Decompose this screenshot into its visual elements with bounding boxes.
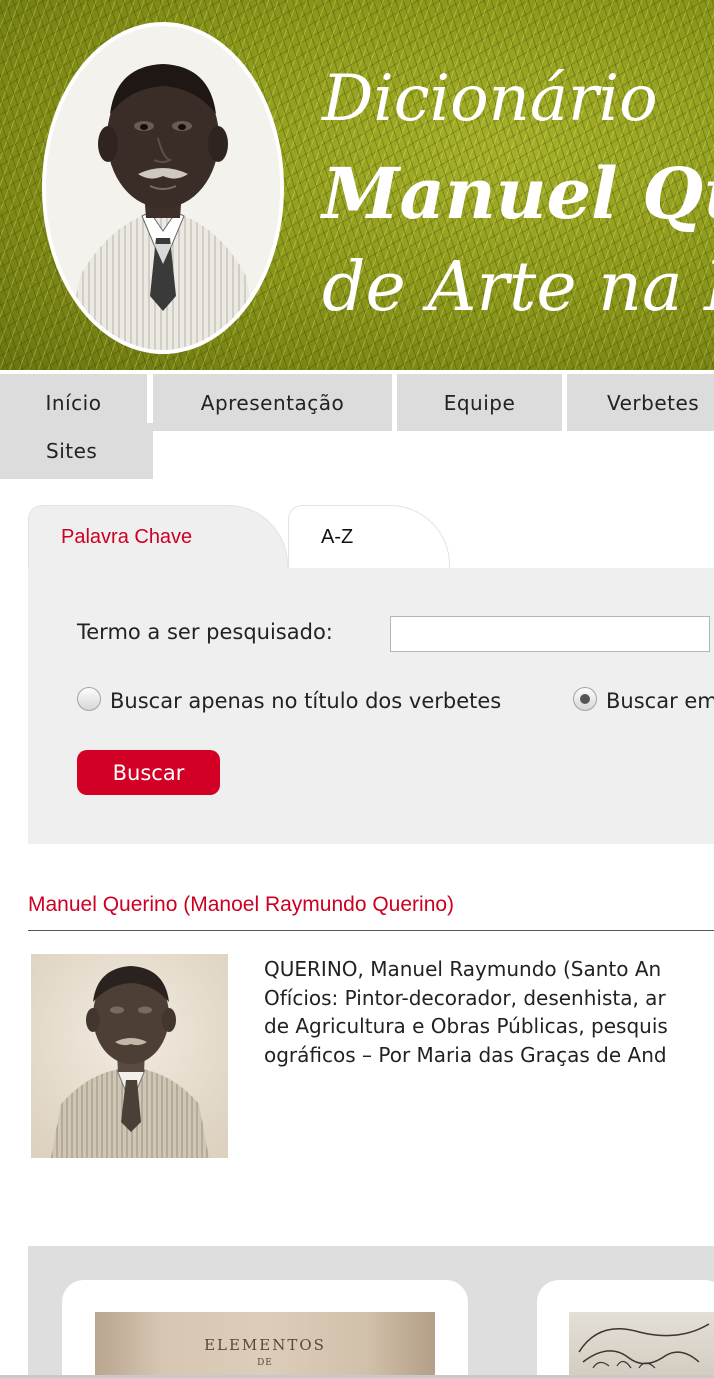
search-input[interactable]: [390, 616, 710, 652]
entry-portrait-illustration: [31, 954, 228, 1158]
nav-item-equipe[interactable]: Equipe: [397, 374, 562, 431]
entry-title-link[interactable]: Manuel Querino (Manoel Raymundo Querino): [28, 893, 454, 917]
entry-divider: [28, 930, 714, 931]
radio-search-all-label: Buscar em: [606, 689, 714, 713]
banner-title-line3: de Arte na B: [322, 248, 714, 327]
entry-summary-line: QUERINO, Manuel Raymundo (Santo An: [264, 957, 662, 981]
search-term-label: Termo a ser pesquisado:: [77, 620, 333, 644]
radio-search-all[interactable]: [573, 687, 597, 711]
nav-item-sites[interactable]: Sites: [0, 423, 153, 479]
tab-a-z[interactable]: A-Z: [288, 505, 450, 569]
entry-photo[interactable]: [31, 954, 228, 1158]
portrait-illustration: [46, 26, 280, 350]
gallery-book-cover-elementos[interactable]: ELEMENTOS DE: [95, 1312, 435, 1378]
entry-summary: QUERINO, Manuel Raymundo (Santo An Ofíci…: [264, 955, 714, 1069]
nav-item-apresentacao[interactable]: Apresentação: [153, 374, 392, 431]
book-subtitle: DE: [257, 1358, 273, 1368]
manuel-querino-portrait: [42, 22, 284, 354]
nav-item-verbetes[interactable]: Verbetes: [567, 374, 714, 431]
search-button[interactable]: Buscar: [77, 750, 220, 795]
calligraphy-ornament: [578, 1323, 710, 1369]
entry-summary-line: ográficos – Por Maria das Graças de And: [264, 1042, 667, 1067]
gallery-book-cover-academia[interactable]: [569, 1312, 714, 1378]
header-banner: Dicionário Manuel Qu de Arte na B: [0, 0, 714, 370]
radio-title-only[interactable]: [77, 687, 101, 711]
book-title: ELEMENTOS: [204, 1336, 326, 1354]
entry-summary-line: de Agricultura e Obras Públicas, pesquis: [264, 1014, 668, 1038]
tab-palavra-chave[interactable]: Palavra Chave: [28, 505, 288, 569]
banner-title-line1: Dicionário: [322, 62, 658, 136]
radio-title-only-label: Buscar apenas no título dos verbetes: [110, 689, 502, 713]
entry-summary-line: Ofícios: Pintor-decorador, desenhista, a…: [264, 985, 666, 1010]
banner-title-line2: Manuel Qu: [322, 152, 714, 235]
